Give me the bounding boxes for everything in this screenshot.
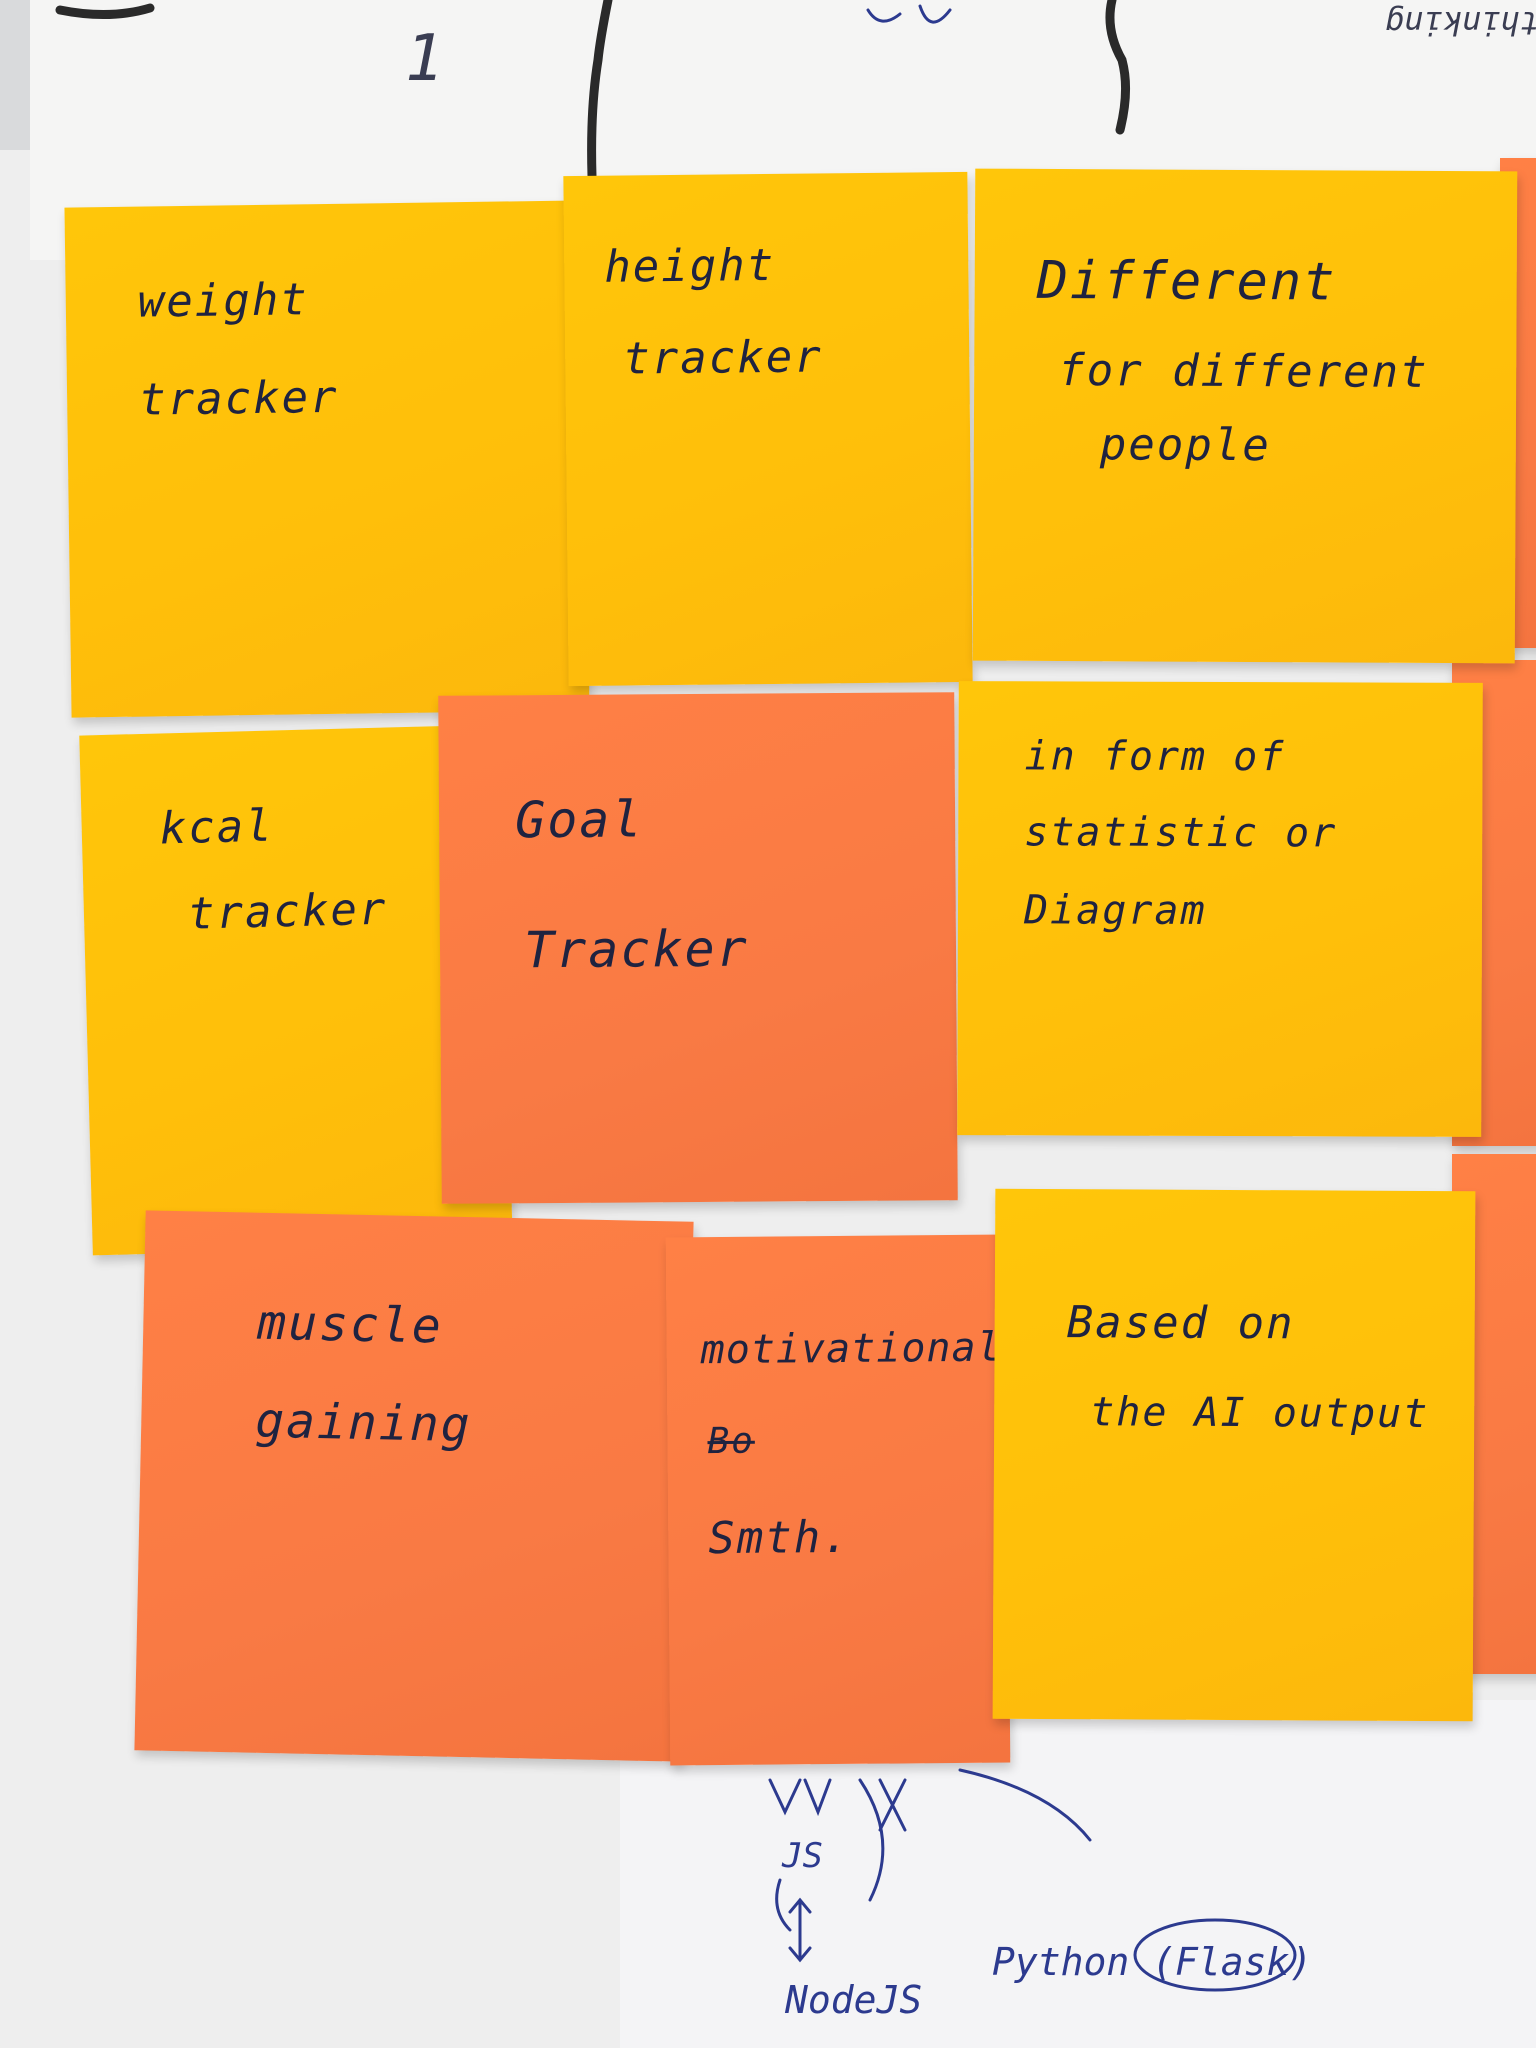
note-text-line: gaining: [254, 1392, 473, 1454]
note-text-line: kcal: [159, 800, 275, 855]
note-text-line: Tracker: [523, 919, 749, 980]
note-text-line: height: [604, 239, 776, 293]
sticky-note-goal-tracker: Goal Tracker: [438, 692, 958, 1204]
note-text-line: weight: [137, 274, 310, 328]
note-text-line: tracker: [187, 883, 389, 940]
note-text-line: Different: [1036, 250, 1337, 313]
note-text-line: tracker: [138, 371, 339, 426]
top-right-fragment: thinking: [1385, 4, 1536, 42]
sticky-note-different-people: Different for different people: [972, 168, 1518, 664]
sticky-note-motivational: motivational Bo Smth.: [665, 1234, 1011, 1766]
note-text-line: the AI output: [1090, 1389, 1430, 1438]
note-text-line: Diagram: [1023, 887, 1207, 934]
sticky-note-muscle-gaining: muscle gaining: [134, 1210, 694, 1762]
label-python-flask: Python (Flask): [992, 1940, 1313, 1984]
note-text-line: motivational: [700, 1324, 1002, 1374]
note-text-line: Smth.: [708, 1511, 852, 1565]
note-text-line: muscle: [256, 1294, 444, 1355]
note-text-line: Goal: [514, 790, 644, 850]
sticky-note-weight-tracker: weight tracker: [64, 200, 590, 718]
note-text-line: statistic or: [1024, 809, 1338, 857]
label-js: JS: [782, 1836, 823, 1876]
top-left-mark: 1: [405, 22, 444, 96]
note-text-line: in form of: [1024, 733, 1286, 781]
note-text-line-crossed: Bo: [707, 1420, 756, 1463]
note-text-line: tracker: [622, 331, 823, 385]
sticky-note-statistic-diagram: in form of statistic or Diagram: [957, 681, 1483, 1137]
note-text-line: for different: [1058, 345, 1429, 398]
sticky-note-ai-output: Based on the AI output: [992, 1188, 1476, 1722]
label-nodejs: NodeJS: [785, 1978, 923, 2022]
note-text-line: Based on: [1066, 1297, 1295, 1350]
note-text-line: people: [1099, 419, 1271, 472]
sticky-note-height-tracker: height tracker: [563, 171, 973, 687]
